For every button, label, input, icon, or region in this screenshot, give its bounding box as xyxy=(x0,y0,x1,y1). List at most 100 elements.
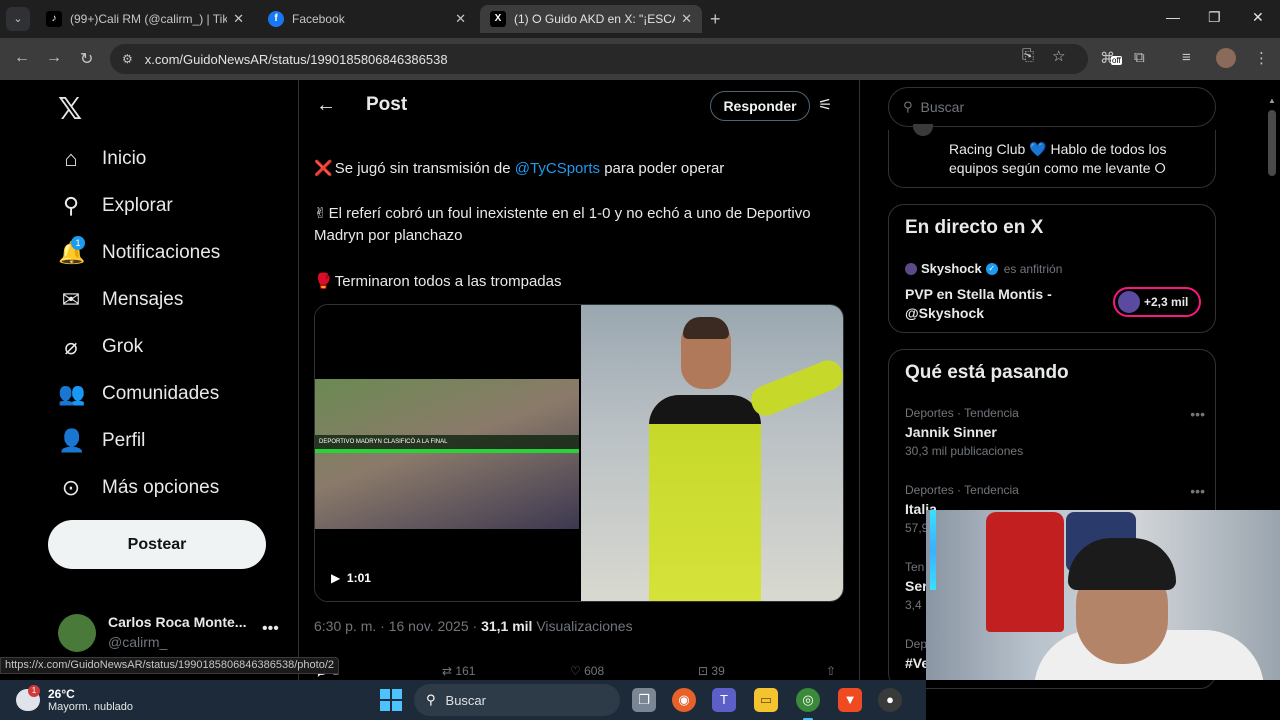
live-host-row[interactable]: Skyshock ✓ es anfitrión xyxy=(905,261,1062,276)
windows-taskbar: 1 26°C Mayorm. nublado ⚲ Buscar ❐ ◉ T ▭ … xyxy=(0,680,926,720)
photo-referee[interactable] xyxy=(581,305,843,601)
nav-item-profile[interactable]: 👤 Perfil xyxy=(58,421,145,461)
cross-mark-icon: ❌ xyxy=(314,160,333,177)
page-scrollbar[interactable] xyxy=(1268,110,1276,176)
bookmark-icon[interactable]: ⊡ 39 xyxy=(698,664,725,678)
post-media[interactable]: DEPORTIVO MADRYN CLASIFICÓ A LA FINAL ▶ … xyxy=(314,304,844,602)
menu-kebab-icon[interactable]: ⋮ xyxy=(1254,49,1269,67)
views-label: Visualizaciones xyxy=(532,618,633,634)
close-icon[interactable]: ✕ xyxy=(455,11,466,27)
like-icon[interactable]: ♡ 608 xyxy=(570,664,604,678)
host-role: es anfitrión xyxy=(1003,261,1063,276)
recorder-icon[interactable]: ● xyxy=(878,688,902,712)
taskbar-search[interactable]: ⚲ Buscar xyxy=(414,684,620,716)
extension-toggle-icon[interactable]: ⌘off xyxy=(1100,49,1122,67)
nav-label: Inicio xyxy=(102,148,147,169)
site-info-icon[interactable]: ⚙ xyxy=(122,52,133,66)
task-view-icon[interactable]: ❐ xyxy=(632,688,656,712)
tab-facebook[interactable]: f Facebook ✕ xyxy=(258,5,476,33)
forward-arrow-icon[interactable]: → xyxy=(46,49,62,67)
url-text: x.com/GuidoNewsAR/status/199018580684638… xyxy=(144,51,448,67)
account-switcher[interactable]: Carlos Roca Monte... @calirm_ ••• xyxy=(58,612,288,656)
reply-button[interactable]: Responder xyxy=(710,91,810,121)
host-avatar xyxy=(905,262,917,275)
webcam-overlay xyxy=(926,510,1280,680)
post-text-line: ❌ Se jugó sin transmisión de @TyCSports p… xyxy=(314,158,834,180)
more-dots-icon[interactable]: ••• xyxy=(262,620,279,638)
back-arrow-icon[interactable]: ← xyxy=(316,94,336,117)
firefox-icon[interactable]: ◉ xyxy=(672,688,696,712)
minimize-icon[interactable]: — xyxy=(1166,9,1180,25)
extensions-puzzle-icon[interactable]: ⧉ xyxy=(1134,49,1145,66)
nav-label: Explorar xyxy=(102,195,173,216)
close-icon[interactable]: ✕ xyxy=(681,11,692,27)
account-handle: @calirm_ xyxy=(108,634,168,650)
back-arrow-icon[interactable]: ← xyxy=(14,49,30,67)
close-icon[interactable]: ✕ xyxy=(233,11,244,27)
red-jersey xyxy=(986,512,1064,632)
brave-icon[interactable]: ▼ xyxy=(838,688,862,712)
duration-text: 1:01 xyxy=(346,571,371,585)
temperature: 26°C xyxy=(48,687,75,701)
post-timestamp[interactable]: 6:30 p. m. · 16 nov. 2025 · xyxy=(314,618,481,634)
page-title: Post xyxy=(366,94,408,115)
install-app-icon[interactable]: ⎘ xyxy=(1022,47,1034,64)
new-tab-icon[interactable]: + xyxy=(710,9,721,30)
teams-icon[interactable]: T xyxy=(712,688,736,712)
live-title[interactable]: PVP en Stella Montis - @Skyshock xyxy=(905,285,1095,323)
live-on-x-card: En directo en X Skyshock ✓ es anfitrión … xyxy=(888,204,1216,333)
reload-icon[interactable]: ↻ xyxy=(80,49,93,69)
chrome-icon[interactable]: ◎ xyxy=(796,688,820,720)
nav-item-communities[interactable]: 👥 Comunidades xyxy=(58,374,219,414)
referee-hair xyxy=(683,317,729,339)
taskbar-search-label: Buscar xyxy=(445,692,486,708)
video-thumbnail[interactable]: DEPORTIVO MADRYN CLASIFICÓ A LA FINAL ▶ … xyxy=(315,305,580,601)
weather-widget[interactable]: 1 26°C Mayorm. nublado xyxy=(16,682,133,718)
live-listeners-pill[interactable]: +2,3 mil xyxy=(1113,287,1201,317)
trend-count: 30,3 mil publicaciones xyxy=(905,444,1024,458)
tiktok-icon: ♪ xyxy=(46,11,62,27)
nav-label: Grok xyxy=(102,336,144,357)
share-icon[interactable]: ⇧ xyxy=(826,664,836,678)
avatar xyxy=(913,124,933,136)
trend-category: Deportes · Tendencia xyxy=(905,406,1019,420)
filter-sliders-icon[interactable]: ⚟ xyxy=(818,95,832,115)
cloud-icon: 1 xyxy=(16,685,40,711)
media-controls-icon[interactable]: ≡ xyxy=(1182,49,1191,66)
more-dots-icon[interactable]: ••• xyxy=(1190,483,1205,499)
nav-item-notifications[interactable]: 🔔 1 Notificaciones xyxy=(58,233,220,273)
search-input[interactable]: ⚲ Buscar xyxy=(888,87,1216,127)
trend-item[interactable]: Deportes · Tendencia Jannik Sinner 30,3 … xyxy=(905,406,1205,458)
mention-link[interactable]: @TyCSports xyxy=(515,160,600,177)
close-window-icon[interactable]: ✕ xyxy=(1252,9,1264,26)
nav-item-explore[interactable]: ⚲ Explorar xyxy=(58,186,173,226)
nav-item-messages[interactable]: ✉ Mensajes xyxy=(58,280,184,320)
nav-item-home[interactable]: ⌂ Inicio xyxy=(58,139,146,179)
bookmark-star-icon[interactable]: ☆ xyxy=(1052,47,1065,65)
more-dots-icon[interactable]: ••• xyxy=(1190,406,1205,422)
address-bar[interactable]: ⚙ x.com/GuidoNewsAR/status/1990185806846… xyxy=(110,44,1088,74)
tab-x-active[interactable]: X (1) ⭘ Guido AKD en X: "¡ESCÁNDALO ✕ xyxy=(480,5,702,33)
browser-toolbar: ← → ↻ ⚙ x.com/GuidoNewsAR/status/1990185… xyxy=(0,38,1280,80)
post-text: El referí cobró un foul inexistente en e… xyxy=(314,205,811,244)
link-status-bar: https://x.com/GuidoNewsAR/status/1990185… xyxy=(0,657,340,674)
more-circle-icon: ⊙ xyxy=(61,475,81,500)
restore-icon[interactable]: ❐ xyxy=(1208,9,1221,26)
windows-start-icon[interactable] xyxy=(380,689,402,711)
repost-icon[interactable]: ⇄ 161 xyxy=(442,664,475,678)
tab-search-chevron-icon[interactable]: ⌄ xyxy=(6,7,30,31)
repost-count: 161 xyxy=(455,664,476,678)
views-count: 31,1 mil xyxy=(481,618,533,634)
profile-avatar[interactable] xyxy=(1216,48,1236,68)
nav-item-grok[interactable]: ⌀ Grok xyxy=(58,327,143,367)
nav-item-more[interactable]: ⊙ Más opciones xyxy=(58,468,219,508)
scroll-up-arrow-icon[interactable]: ▲ xyxy=(1268,96,1276,105)
post-button[interactable]: Postear xyxy=(48,520,266,569)
tab-tiktok[interactable]: ♪ (99+)Cali RM (@calirm_) | TikTok ✕ xyxy=(36,5,254,33)
x-logo-icon[interactable]: 𝕏 xyxy=(58,92,82,127)
video-duration: ▶ 1:01 xyxy=(331,571,371,585)
card-heading: En directo en X xyxy=(905,217,1044,238)
bio-text: Racing Club 💙 Hablo de todos los equipos… xyxy=(949,141,1167,176)
file-explorer-icon[interactable]: ▭ xyxy=(754,688,778,712)
nav-label: Mensajes xyxy=(102,289,184,310)
